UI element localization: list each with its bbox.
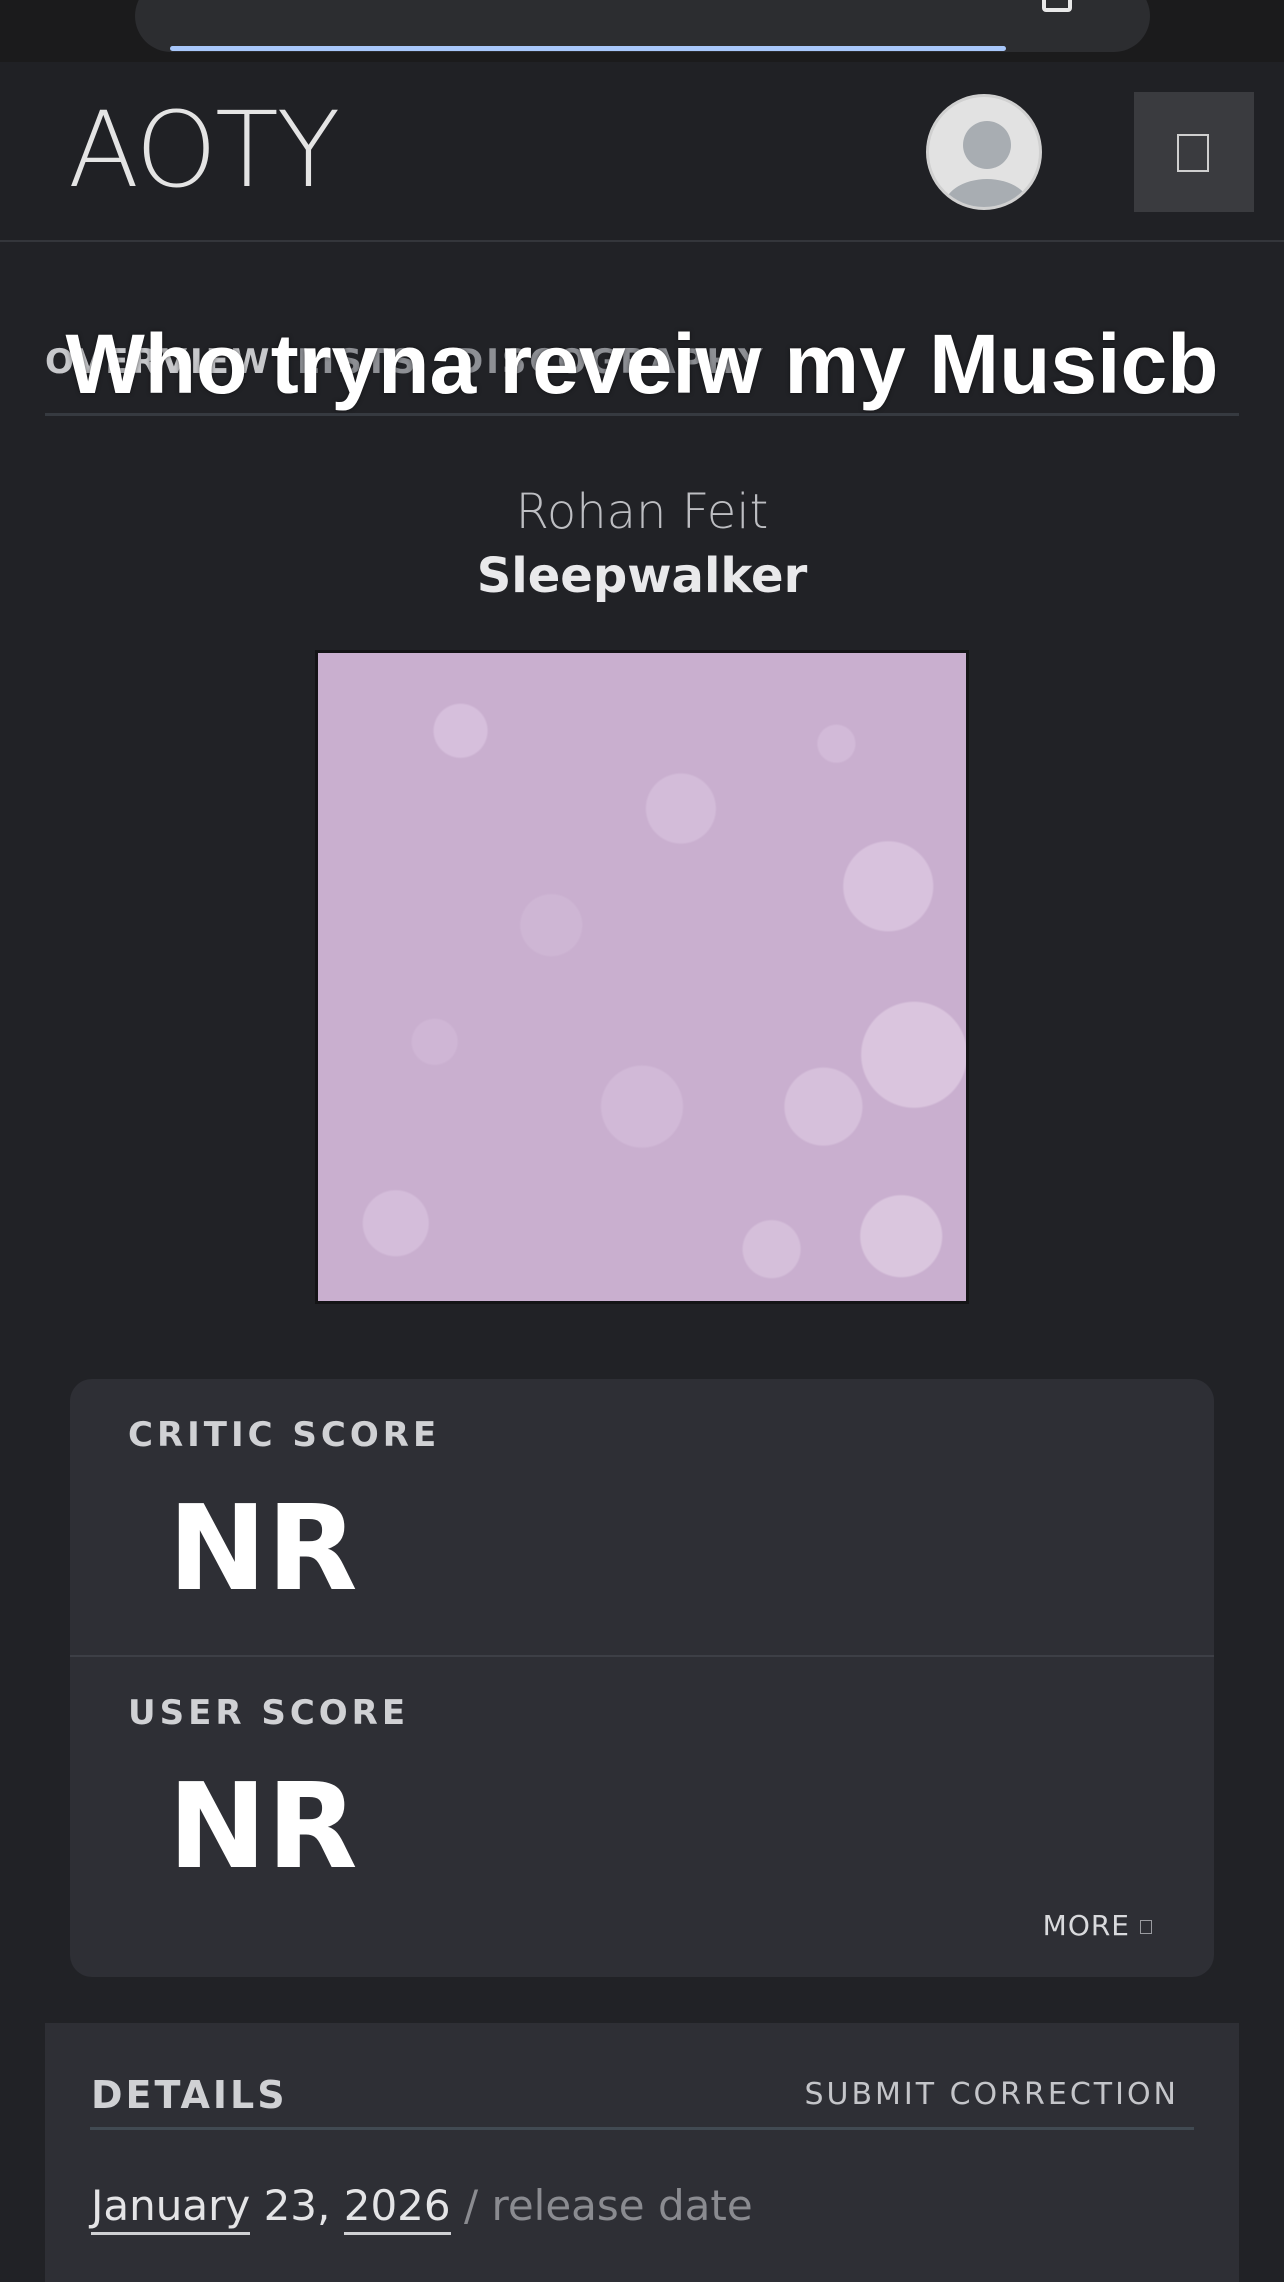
artist-name[interactable]: Rohan Feit (0, 484, 1284, 540)
release-date-row: January 23, 2026 / release date (91, 2181, 753, 2235)
critic-score-label: CRITIC SCORE (128, 1415, 441, 1455)
page-load-progress (170, 46, 1006, 51)
user-score-label: USER SCORE (128, 1693, 410, 1733)
menu-icon (1177, 134, 1209, 172)
site-header: AOTY (0, 62, 1284, 242)
menu-button[interactable] (1134, 92, 1254, 212)
avatar-body-icon (943, 179, 1031, 207)
details-divider (90, 2127, 1194, 2130)
user-score-value: NR (168, 1757, 358, 1895)
address-bar[interactable] (135, 0, 1150, 52)
user-avatar[interactable] (926, 94, 1042, 210)
details-section: DETAILS SUBMIT CORRECTION January 23, 20… (45, 2023, 1239, 2282)
score-divider (70, 1655, 1214, 1657)
more-label: MORE (1042, 1909, 1130, 1942)
release-month-link[interactable]: January (91, 2181, 251, 2235)
submit-correction-link[interactable]: SUBMIT CORRECTION (804, 2077, 1179, 2112)
release-year-link[interactable]: 2026 (343, 2181, 451, 2235)
release-day: 23, (250, 2181, 344, 2230)
browser-toolbar (0, 0, 1284, 62)
release-date-label: / release date (450, 2181, 753, 2230)
details-heading: DETAILS (91, 2073, 288, 2117)
site-logo[interactable]: AOTY (68, 98, 340, 202)
tab-switcher-icon[interactable] (1042, 0, 1072, 12)
overlay-caption: Who tryna reveiw my Musicb (65, 317, 1219, 411)
critic-score-value: NR (168, 1479, 358, 1617)
score-card: CRITIC SCORE NR USER SCORE NR MORE (70, 1379, 1214, 1977)
album-title: Sleepwalker (476, 548, 808, 604)
more-link[interactable]: MORE (1043, 1909, 1152, 1942)
album-cover[interactable] (315, 650, 969, 1304)
page: AOTY OVERVIEW LISTS DISCOGRAPHY Who tryn… (0, 0, 1284, 2282)
chevron-icon (1140, 1920, 1152, 1934)
avatar-head-icon (963, 121, 1011, 169)
